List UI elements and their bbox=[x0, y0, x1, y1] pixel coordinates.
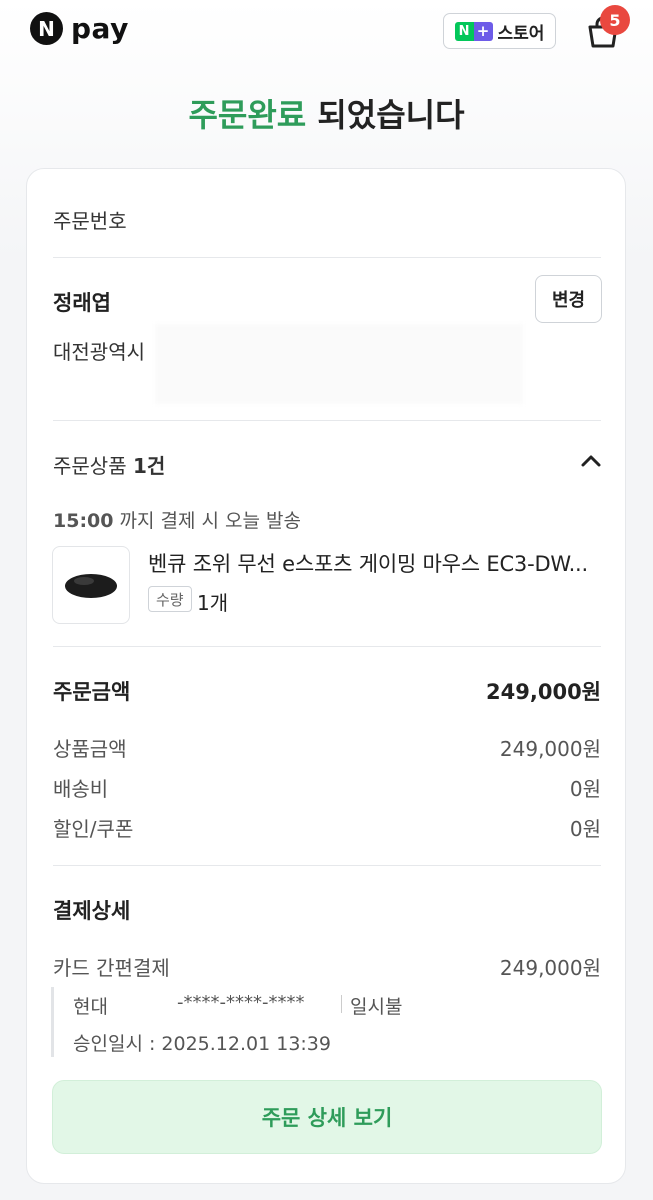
page-title: 주문완료 되었습니다 bbox=[0, 90, 653, 136]
discount-label: 할인/쿠폰 bbox=[53, 817, 134, 841]
approval-datetime: 승인일시 : 2025.12.01 13:39 bbox=[73, 1033, 331, 1055]
npay-logo-mark: N bbox=[30, 12, 63, 45]
discount-value: 0원 bbox=[569, 817, 601, 841]
divider bbox=[53, 646, 601, 647]
order-products-label: 주문상품 bbox=[53, 454, 133, 478]
top-header: N pay N + 스토어 5 bbox=[0, 0, 653, 62]
chevron-up-icon[interactable] bbox=[579, 449, 603, 473]
order-summary-card: 주문번호 정래엽 변경 대전광역시 주문상품 1건 15:00 까지 결제 시 … bbox=[26, 168, 626, 1184]
card-number: -****-****-**** bbox=[177, 992, 305, 1013]
quantity-tag: 수량 bbox=[148, 586, 192, 612]
divider bbox=[53, 257, 601, 258]
payment-details-label: 결제상세 bbox=[53, 899, 131, 923]
mouse-image bbox=[65, 574, 117, 598]
shipping-address: 대전광역시 bbox=[53, 340, 145, 364]
title-rest: 되었습니다 bbox=[306, 96, 465, 134]
order-total-label: 주문금액 bbox=[53, 680, 131, 704]
dispatch-notice: 15:00 까지 결제 시 오늘 발송 bbox=[53, 506, 301, 533]
payment-method-value: 249,000원 bbox=[499, 956, 601, 980]
card-issuer: 현대 bbox=[73, 996, 108, 1018]
product-amount-value: 249,000원 bbox=[499, 737, 601, 761]
payment-method-label: 카드 간편결제 bbox=[53, 956, 170, 980]
order-products-count: 1건 bbox=[132, 454, 166, 478]
separator bbox=[341, 995, 342, 1013]
order-products-header[interactable]: 주문상품 1건 bbox=[53, 450, 165, 479]
plus-icon: + bbox=[473, 21, 493, 41]
installment-type: 일시불 bbox=[350, 996, 403, 1018]
npay-logo[interactable]: N pay bbox=[30, 12, 129, 45]
dispatch-text: 까지 결제 시 오늘 발송 bbox=[113, 510, 302, 532]
product-amount-label: 상품금액 bbox=[53, 737, 127, 761]
divider bbox=[53, 865, 601, 866]
product-thumbnail[interactable] bbox=[52, 546, 130, 624]
cart-count-badge: 5 bbox=[600, 5, 630, 35]
divider bbox=[53, 420, 601, 421]
shipping-fee-label: 배송비 bbox=[53, 777, 109, 801]
quantity-value: 1개 bbox=[197, 591, 229, 615]
title-highlight: 주문완료 bbox=[188, 96, 307, 134]
store-label: 스토어 bbox=[497, 23, 545, 44]
npay-logo-text: pay bbox=[71, 12, 129, 45]
redacted-address bbox=[155, 324, 523, 404]
naver-n-icon: N bbox=[454, 21, 474, 41]
naver-plus-store-button[interactable]: N + 스토어 bbox=[443, 13, 556, 49]
dispatch-time: 15:00 bbox=[53, 510, 114, 532]
view-order-details-button[interactable]: 주문 상세 보기 bbox=[52, 1080, 602, 1154]
order-total-value: 249,000원 bbox=[486, 680, 601, 704]
change-address-button[interactable]: 변경 bbox=[535, 275, 602, 323]
shipping-fee-value: 0원 bbox=[569, 777, 601, 801]
payment-detail-bar bbox=[51, 987, 57, 1057]
recipient-name: 정래엽 bbox=[53, 291, 111, 315]
order-number-label: 주문번호 bbox=[53, 209, 127, 233]
product-name[interactable]: 벤큐 조위 무선 e스포츠 게이밍 마우스 EC3-DW... bbox=[148, 548, 608, 578]
